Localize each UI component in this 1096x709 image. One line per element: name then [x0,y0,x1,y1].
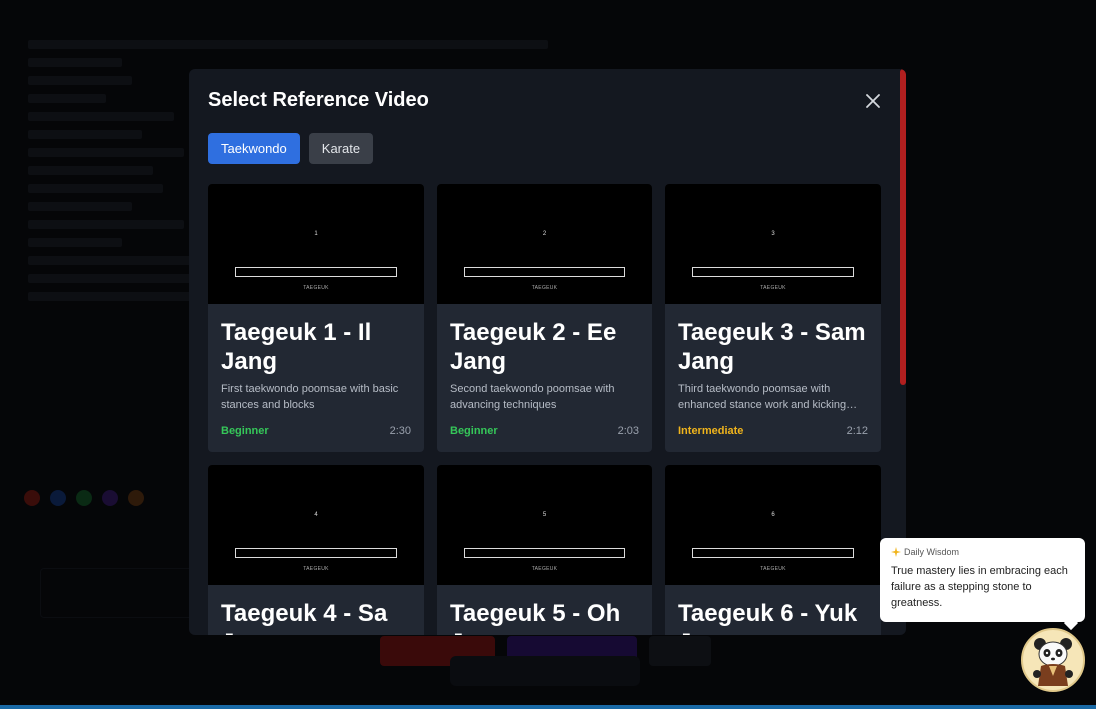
video-thumbnail: 2 TAEGEUK [437,184,652,304]
thumbnail-bar [692,548,854,558]
background-color-swatches [24,490,144,506]
panda-avatar-icon [1033,638,1073,686]
video-thumbnail: 5 TAEGEUK [437,465,652,585]
thumbnail-number: 1 [314,231,318,237]
video-title: Taegeuk 1 - Il Jang [221,319,372,375]
thumbnail-bar [464,267,625,277]
thumbnail-caption: TAEGEUK [760,285,786,291]
video-title: Taegeuk 6 - Yuk Jang [678,600,858,635]
thumbnail-caption: TAEGEUK [303,285,329,291]
select-video-modal: Select Reference Video Taekwondo Karate … [189,69,906,635]
video-thumbnail: 6 TAEGEUK [665,465,881,585]
thumbnail-bar [235,267,397,277]
video-thumbnail: 4 TAEGEUK [208,465,424,585]
modal-scrollbar[interactable] [900,69,906,385]
thumbnail-number: 4 [314,512,318,518]
video-level: Beginner [221,425,269,437]
close-icon [866,94,880,108]
video-title: Taegeuk 5 - Oh Jang [450,600,621,635]
wisdom-quote: True mastery lies in embracing each fail… [891,565,1068,609]
thumbnail-bar [235,548,397,558]
thumbnail-caption: TAEGEUK [303,566,329,572]
modal-scroll-area[interactable]: Select Reference Video Taekwondo Karate … [189,69,894,635]
video-level: Beginner [450,425,498,437]
video-card[interactable]: 2 TAEGEUK Taegeuk 2 - Ee Jang Second tae… [437,184,652,452]
thumbnail-caption: TAEGEUK [760,566,786,572]
tab-karate[interactable]: Karate [308,133,374,164]
video-duration: 2:30 [389,425,411,437]
video-card[interactable]: 3 TAEGEUK Taegeuk 3 - Sam Jang Third tae… [665,184,881,452]
thumbnail-number: 3 [771,231,775,237]
modal-title: Select Reference Video [208,89,429,111]
thumbnail-caption: TAEGEUK [531,566,558,572]
video-level: Intermediate [678,425,744,437]
wisdom-header: Daily Wisdom [891,547,959,557]
thumbnail-number: 2 [542,231,547,237]
video-description: Second taekwondo poomsae with advancing … [450,383,615,411]
daily-wisdom-bubble: Daily Wisdom True mastery lies in embrac… [880,538,1085,631]
thumbnail-caption: TAEGEUK [531,285,558,291]
video-title: Taegeuk 2 - Ee Jang [450,319,617,375]
video-title: Taegeuk 4 - Sa Jang [221,600,388,635]
video-thumbnail: 3 TAEGEUK [665,184,881,304]
background-bottom-line [0,705,1096,709]
video-card[interactable]: 6 TAEGEUK Taegeuk 6 - Yuk Jang [665,465,881,635]
video-description: Third taekwondo poomsae with enhanced st… [678,383,847,411]
video-card[interactable]: 1 TAEGEUK Taegeuk 1 - Il Jang First taek… [208,184,424,452]
thumbnail-number: 6 [771,512,775,518]
video-duration: 2:12 [846,425,868,437]
sparkle-icon [891,547,901,557]
thumbnail-bar [464,548,625,558]
video-card[interactable]: 4 TAEGEUK Taegeuk 4 - Sa Jang [208,465,424,635]
thumbnail-bar [692,267,854,277]
wisdom-heading: Daily Wisdom [904,547,960,557]
video-duration: 2:03 [617,425,639,437]
close-button[interactable] [863,91,883,111]
style-tabs: Taekwondo Karate [208,133,374,164]
background-toolbar [450,656,640,686]
panda-avatar-button[interactable] [1021,628,1085,692]
video-title: Taegeuk 3 - Sam Jang [678,319,866,375]
tab-taekwondo[interactable]: Taekwondo [208,133,300,164]
video-card[interactable]: 5 TAEGEUK Taegeuk 5 - Oh Jang [437,465,652,635]
video-thumbnail: 1 TAEGEUK [208,184,424,304]
video-description: First taekwondo poomsae with basic stanc… [221,383,399,411]
thumbnail-number: 5 [542,512,547,518]
video-grid: 1 TAEGEUK Taegeuk 1 - Il Jang First taek… [208,184,881,635]
